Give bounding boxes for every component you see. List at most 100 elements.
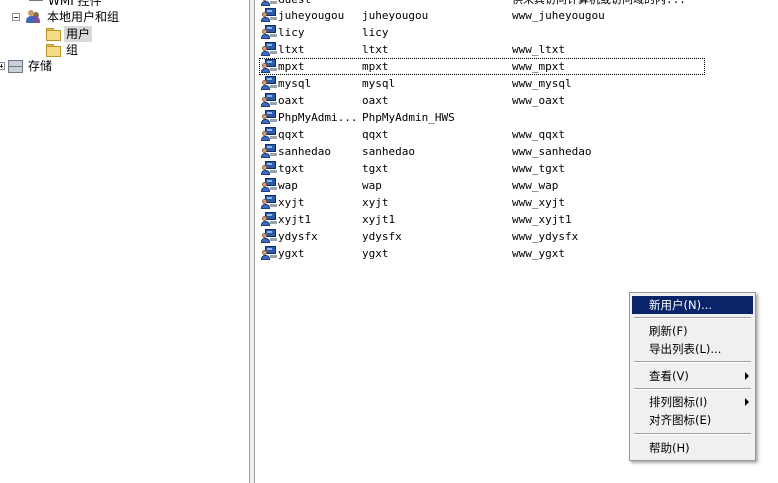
user-icon bbox=[261, 58, 277, 74]
user-icon bbox=[261, 109, 277, 125]
list-item[interactable]: PhpMyAdmi... PhpMyAdmin_HWS bbox=[259, 109, 705, 126]
menu-item-label: 帮助(H) bbox=[649, 441, 690, 455]
menu-separator bbox=[634, 361, 751, 363]
list-item[interactable]: licy licy bbox=[259, 24, 705, 41]
menu-item-line-up-icons[interactable]: 对齐图标(E) bbox=[632, 411, 753, 429]
tree-item-users[interactable]: 用户 bbox=[45, 25, 93, 42]
user-icon bbox=[261, 143, 277, 159]
user-icon bbox=[261, 0, 277, 7]
menu-separator bbox=[634, 388, 751, 390]
user-name: sanhedao bbox=[278, 145, 331, 158]
list-item[interactable]: xyjt1 xyjt1 www_xyjt1 bbox=[259, 211, 705, 228]
users-group-icon bbox=[26, 9, 42, 25]
user-full-name: ydysfx bbox=[362, 230, 402, 243]
menu-item-new-user[interactable]: 新用户(N)... bbox=[632, 296, 753, 314]
user-full-name: mysql bbox=[362, 77, 396, 90]
user-description: www_sanhedao bbox=[512, 145, 592, 158]
list-item[interactable]: sanhedao sanhedao www_sanhedao bbox=[259, 143, 705, 160]
folder-icon bbox=[45, 26, 61, 42]
user-description: www_xyjt bbox=[512, 196, 565, 209]
user-full-name: ltxt bbox=[362, 43, 389, 56]
list-item[interactable]: juheyougou juheyougou www_juheyougou bbox=[259, 7, 705, 24]
list-item[interactable]: wap wap www_wap bbox=[259, 177, 705, 194]
tree-item-storage[interactable]: 存储 bbox=[0, 57, 54, 74]
user-name: wap bbox=[278, 179, 298, 192]
menu-item-help[interactable]: 帮助(H) bbox=[632, 439, 753, 457]
list-item[interactable]: ygxt ygxt www_ygxt bbox=[259, 245, 705, 262]
menu-item-export-list[interactable]: 导出列表(L)... bbox=[632, 340, 753, 358]
console-tree: WMI 控件 本地用户和组 用户 组 存储 bbox=[0, 0, 250, 483]
folder-icon bbox=[45, 42, 61, 58]
user-description: www_oaxt bbox=[512, 94, 565, 107]
user-description: www_mysql bbox=[512, 77, 572, 90]
context-menu: 新用户(N)... 刷新(F) 导出列表(L)... 查看(V) 排列图标(I)… bbox=[629, 292, 756, 461]
user-full-name: PhpMyAdmin_HWS bbox=[362, 111, 455, 124]
user-name: ydysfx bbox=[278, 230, 318, 243]
user-description: www_mpxt bbox=[512, 60, 565, 73]
menu-item-label: 新用户(N)... bbox=[649, 298, 713, 312]
user-full-name: licy bbox=[362, 26, 389, 39]
menu-item-label: 导出列表(L)... bbox=[649, 342, 722, 356]
user-icon bbox=[261, 228, 277, 244]
user-name: mysql bbox=[278, 77, 312, 90]
menu-item-label: 排列图标(I) bbox=[649, 395, 708, 409]
user-name: juheyougou bbox=[278, 9, 345, 22]
tree-item-label: 用户 bbox=[64, 25, 93, 42]
user-description: www_ygxt bbox=[512, 247, 565, 260]
list-item[interactable]: tgxt tgxt www_tgxt bbox=[259, 160, 705, 177]
submenu-arrow-icon bbox=[745, 372, 749, 380]
user-name: ygxt bbox=[278, 247, 305, 260]
user-full-name: wap bbox=[362, 179, 382, 192]
menu-item-view[interactable]: 查看(V) bbox=[632, 367, 753, 385]
menu-item-label: 对齐图标(E) bbox=[649, 413, 712, 427]
user-icon bbox=[261, 7, 277, 23]
list-item[interactable]: qqxt qqxt www_qqxt bbox=[259, 126, 705, 143]
list-item-focused[interactable]: mpxt mpxt www_mpxt bbox=[259, 58, 705, 75]
user-full-name: qqxt bbox=[362, 128, 389, 141]
menu-item-arrange-icons[interactable]: 排列图标(I) bbox=[632, 393, 753, 411]
user-description: www_xyjt1 bbox=[512, 213, 572, 226]
submenu-arrow-icon bbox=[745, 398, 749, 406]
expand-toggle-icon[interactable] bbox=[0, 61, 5, 70]
user-full-name: ygxt bbox=[362, 247, 389, 260]
user-full-name: xyjt1 bbox=[362, 213, 396, 226]
list-item[interactable]: oaxt oaxt www_oaxt bbox=[259, 92, 705, 109]
user-icon bbox=[261, 24, 277, 40]
user-name: mpxt bbox=[278, 60, 305, 73]
user-name: tgxt bbox=[278, 162, 305, 175]
tree-item-label: 本地用户和组 bbox=[47, 9, 120, 24]
menu-separator bbox=[634, 317, 751, 319]
user-icon bbox=[261, 92, 277, 108]
user-full-name: tgxt bbox=[362, 162, 389, 175]
user-description: www_qqxt bbox=[512, 128, 565, 141]
user-full-name: sanhedao bbox=[362, 145, 415, 158]
collapse-toggle-icon[interactable] bbox=[12, 12, 20, 21]
list-item[interactable]: mysql mysql www_mysql bbox=[259, 75, 705, 92]
tree-item-groups[interactable]: 组 bbox=[45, 41, 80, 58]
menu-item-refresh[interactable]: 刷新(F) bbox=[632, 322, 753, 340]
list-item[interactable]: ltxt ltxt www_ltxt bbox=[259, 41, 705, 58]
user-icon bbox=[261, 245, 277, 261]
menu-item-label: 查看(V) bbox=[649, 369, 689, 383]
menu-item-label: 刷新(F) bbox=[649, 324, 688, 338]
list-item[interactable]: xyjt xyjt www_xyjt bbox=[259, 194, 705, 211]
user-icon bbox=[261, 160, 277, 176]
user-icon bbox=[261, 41, 277, 57]
tree-item-local-users-and-groups[interactable]: 本地用户和组 bbox=[12, 8, 121, 25]
user-full-name: mpxt bbox=[362, 60, 389, 73]
user-name: PhpMyAdmi... bbox=[278, 111, 358, 124]
user-name: xyjt1 bbox=[278, 213, 312, 226]
user-description: www_tgxt bbox=[512, 162, 565, 175]
user-name: xyjt bbox=[278, 196, 305, 209]
user-icon bbox=[261, 177, 277, 193]
list-item[interactable]: ydysfx ydysfx www_ydysfx bbox=[259, 228, 705, 245]
user-description: www_juheyougou bbox=[512, 9, 605, 22]
user-name: qqxt bbox=[278, 128, 305, 141]
user-name: oaxt bbox=[278, 94, 305, 107]
user-description: www_wap bbox=[512, 179, 559, 192]
user-full-name: xyjt bbox=[362, 196, 389, 209]
menu-separator bbox=[634, 433, 751, 435]
user-description: www_ltxt bbox=[512, 43, 565, 56]
user-name: ltxt bbox=[278, 43, 305, 56]
user-name: licy bbox=[278, 26, 305, 39]
